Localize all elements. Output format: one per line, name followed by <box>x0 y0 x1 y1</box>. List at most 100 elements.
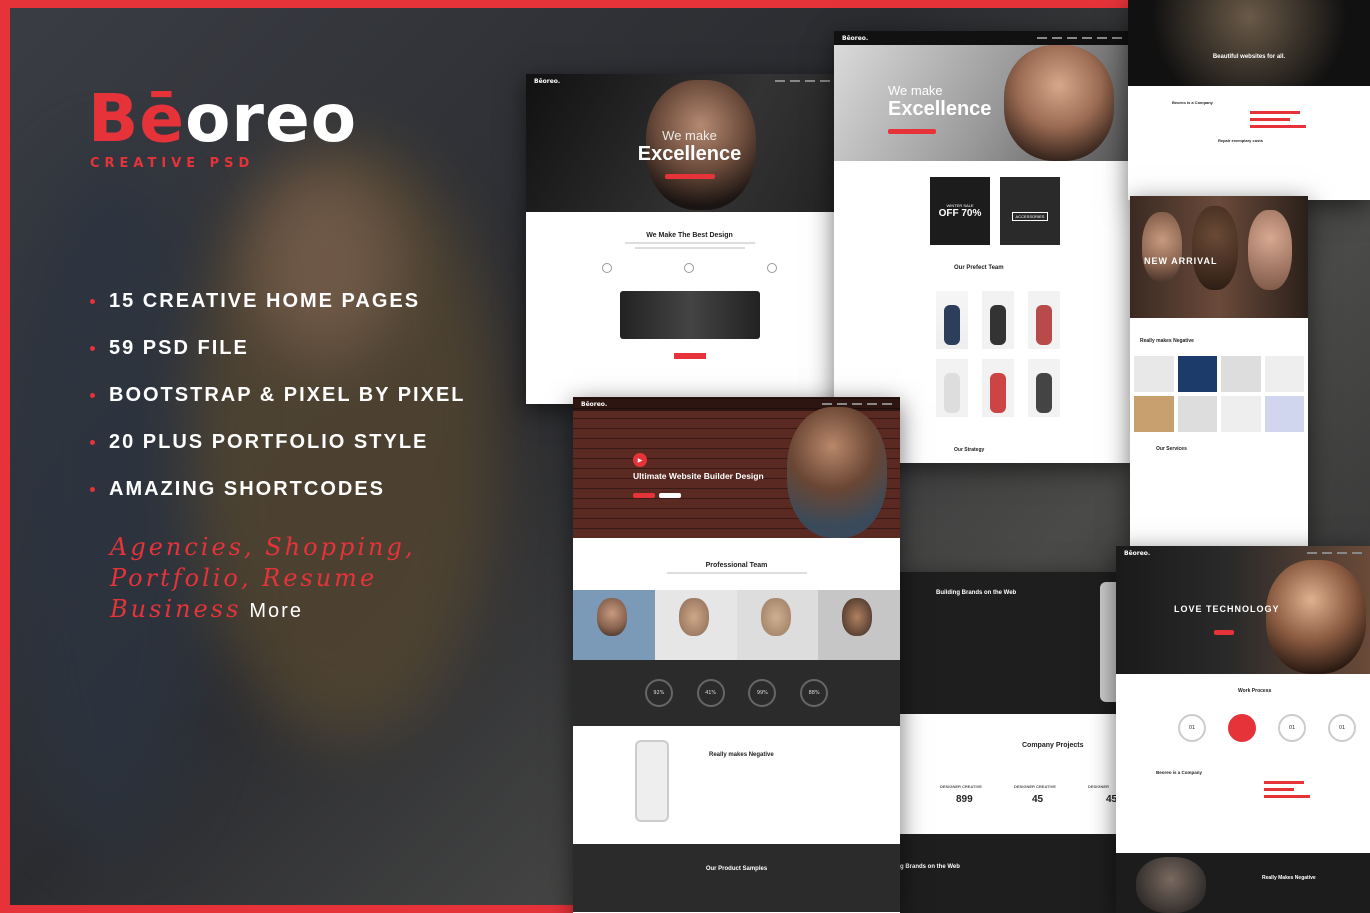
hero-title: NEW ARRIVAL <box>1144 256 1218 266</box>
step-circle: 01 <box>1178 714 1206 742</box>
strategy-title: Our Strategy <box>954 447 985 453</box>
negative-title: Really makes Negative <box>1140 338 1194 344</box>
phone-mockup <box>635 740 669 822</box>
brands-title: Building Brands on the Web <box>936 590 1017 596</box>
accessories-tile[interactable]: ACCESSORIES <box>1000 177 1060 245</box>
hero-line-1: We make <box>662 128 717 143</box>
product-grid <box>936 291 1130 417</box>
accent-border-top <box>0 0 1128 8</box>
feature-icon <box>684 263 695 273</box>
hero-buttons <box>633 493 681 498</box>
team-member[interactable] <box>736 590 819 660</box>
bullet-icon <box>90 440 95 445</box>
stat-circle: 88% <box>800 679 829 707</box>
hero-portrait <box>787 407 887 538</box>
product-card[interactable] <box>1177 396 1217 432</box>
play-icon[interactable]: ▶ <box>633 453 647 467</box>
product-card[interactable] <box>982 359 1014 417</box>
stat-circle: 99% <box>748 679 777 707</box>
stats-section: 92% 41% 99% 88% <box>573 660 900 726</box>
logo-accent-text: Bē <box>88 80 186 157</box>
feature-icons <box>566 263 813 273</box>
accent-border-left <box>0 0 10 913</box>
negative-title: Really makes Negative <box>709 752 774 758</box>
sale-value: OFF 70% <box>938 208 982 219</box>
device-mockups <box>619 291 760 339</box>
logo-text: oreo <box>185 80 358 157</box>
samples-section: Our Product Samples <box>573 844 900 912</box>
product-card[interactable] <box>982 291 1014 349</box>
projects-section: Company Projects DESIGNER CREATIVE DESIG… <box>900 714 1118 834</box>
product-grid <box>1134 356 1304 432</box>
cta-button[interactable] <box>673 353 706 359</box>
bullet-icon <box>90 299 95 304</box>
product-card[interactable] <box>936 359 968 417</box>
sale-tile[interactable]: WINTER SALE OFF 70% <box>930 177 990 245</box>
preview-agency: Beautiful websites for all. Beoreo is a … <box>1128 0 1370 200</box>
process-steps: 01 01 01 <box>1178 714 1356 742</box>
hero-portrait <box>1004 45 1114 161</box>
feature-label: AMAZING SHORTCODES <box>109 478 385 500</box>
product-card[interactable] <box>1134 356 1174 392</box>
hero-text: We make Excellence <box>888 83 991 139</box>
product-card[interactable] <box>1221 356 1261 392</box>
mini-logo: Bēoreo. <box>581 400 608 408</box>
hero-button[interactable] <box>633 493 655 498</box>
category-line: Agencies, Shopping, <box>110 533 416 561</box>
hero-button[interactable] <box>1214 630 1234 635</box>
team-member[interactable] <box>818 590 900 660</box>
more-label: More <box>249 600 303 622</box>
team-member[interactable] <box>573 590 655 660</box>
mini-nav: Bēoreo. <box>1116 546 1370 560</box>
project-number: 45 <box>1032 794 1044 805</box>
hero-button[interactable] <box>664 174 715 179</box>
project-label: DESIGNER <box>1088 784 1109 789</box>
feature-label: 15 CREATIVE HOME PAGES <box>109 290 421 312</box>
promo-tiles: WINTER SALE OFF 70% ACCESSORIES <box>930 177 1130 245</box>
hero-text: We make Excellence <box>526 128 853 184</box>
hero-section: Bēoreo. We make Excellence <box>526 74 853 212</box>
hero-title: LOVE TECHNOLOGY <box>1174 604 1280 614</box>
model-portrait <box>1192 206 1238 290</box>
feature-item: 15 CREATIVE HOME PAGES <box>90 278 466 325</box>
hero-button[interactable] <box>888 129 936 134</box>
hero-portrait <box>1266 560 1366 674</box>
product-card[interactable] <box>1028 291 1060 349</box>
bullet-icon <box>90 346 95 351</box>
step-circle-active <box>1228 714 1256 742</box>
product-card[interactable] <box>1134 396 1174 432</box>
feature-item: 59 PSD FILE <box>90 325 466 372</box>
bullet-icon <box>90 487 95 492</box>
category-line: Business <box>110 595 242 623</box>
bullet-icon <box>90 393 95 398</box>
stat-circle: 41% <box>696 679 725 707</box>
preview-fashion: NEW ARRIVAL Really makes Negative Our Se… <box>1130 196 1308 548</box>
services-title: Our Services <box>1156 446 1187 452</box>
product-card[interactable] <box>1177 356 1217 392</box>
skill-bars <box>1250 111 1370 128</box>
product-card[interactable] <box>1264 396 1304 432</box>
company-title: Beoreo is a Company <box>1172 100 1213 105</box>
feature-item: AMAZING SHORTCODES <box>90 466 466 513</box>
brand-logo: Bēoreo <box>88 80 357 157</box>
product-card[interactable] <box>1264 356 1304 392</box>
feature-label: BOOTSTRAP & PIXEL BY PIXEL <box>109 384 466 406</box>
product-card[interactable] <box>936 291 968 349</box>
hero-button[interactable] <box>659 493 681 498</box>
portrait <box>1136 857 1206 913</box>
project-number: 899 <box>956 794 973 805</box>
feature-icon <box>602 263 613 273</box>
projects-title: Company Projects <box>1022 742 1084 749</box>
feature-item: BOOTSTRAP & PIXEL BY PIXEL <box>90 372 466 419</box>
hero-section: Bēoreo. LOVE TECHNOLOGY <box>1116 546 1370 674</box>
feature-item: 20 PLUS PORTFOLIO STYLE <box>90 419 466 466</box>
team-member[interactable] <box>654 590 737 660</box>
product-card[interactable] <box>1221 396 1261 432</box>
brands-title-2: g Brands on the Web <box>900 864 960 870</box>
hero-title: Ultimate Website Builder Design <box>633 471 764 481</box>
stat-circle: 92% <box>644 679 673 707</box>
mini-logo: Bēoreo. <box>1124 549 1151 557</box>
team-title: Our Prefect Team <box>954 265 1004 271</box>
product-card[interactable] <box>1028 359 1060 417</box>
hero-line-2: Excellence <box>637 143 742 165</box>
